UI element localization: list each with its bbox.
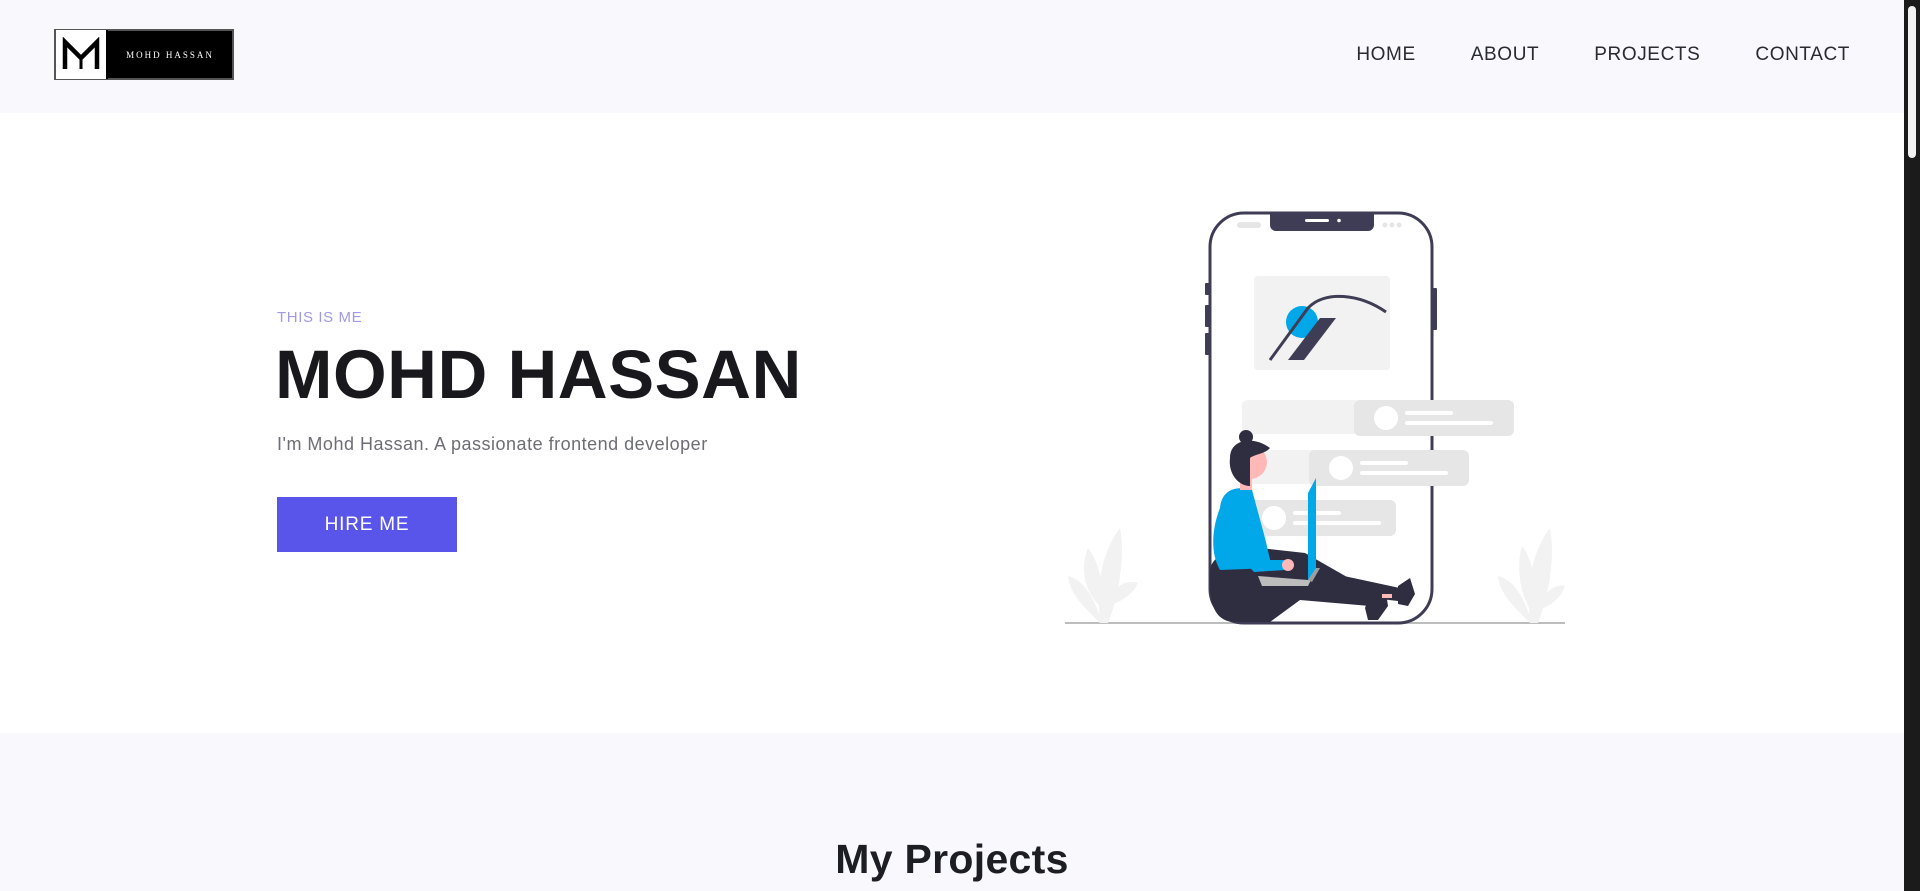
nav-about-link[interactable]: ABOUT [1471,44,1539,66]
hero-eyebrow: THIS IS ME [277,309,363,326]
page: MOHD HASSAN HOME ABOUT PROJECTS CONTACT … [0,0,1904,891]
nav-contact-link[interactable]: CONTACT [1755,44,1850,66]
site-header: MOHD HASSAN HOME ABOUT PROJECTS CONTACT [0,0,1904,113]
woman-with-laptop-phone-illustration [1060,208,1570,633]
nav-projects-link[interactable]: PROJECTS [1594,44,1700,66]
hero-title: MOHD HASSAN [275,336,802,413]
projects-title: My Projects [835,836,1069,882]
site-logo[interactable]: MOHD HASSAN [54,29,234,80]
projects-section: My Projects [0,733,1904,891]
hero-section: THIS IS ME MOHD HASSAN I'm Mohd Hassan. … [0,113,1904,733]
logo-m-icon [56,30,108,79]
hero-subtitle: I'm Mohd Hassan. A passionate frontend d… [277,434,708,454]
scrollbar-thumb[interactable] [1908,6,1916,158]
nav-home-link[interactable]: HOME [1356,44,1415,66]
page-scrollbar[interactable] [1904,0,1920,891]
hire-me-button[interactable]: HIRE ME [277,497,457,552]
main-nav: HOME ABOUT PROJECTS CONTACT [1356,44,1850,66]
logo-text: MOHD HASSAN [126,49,214,60]
